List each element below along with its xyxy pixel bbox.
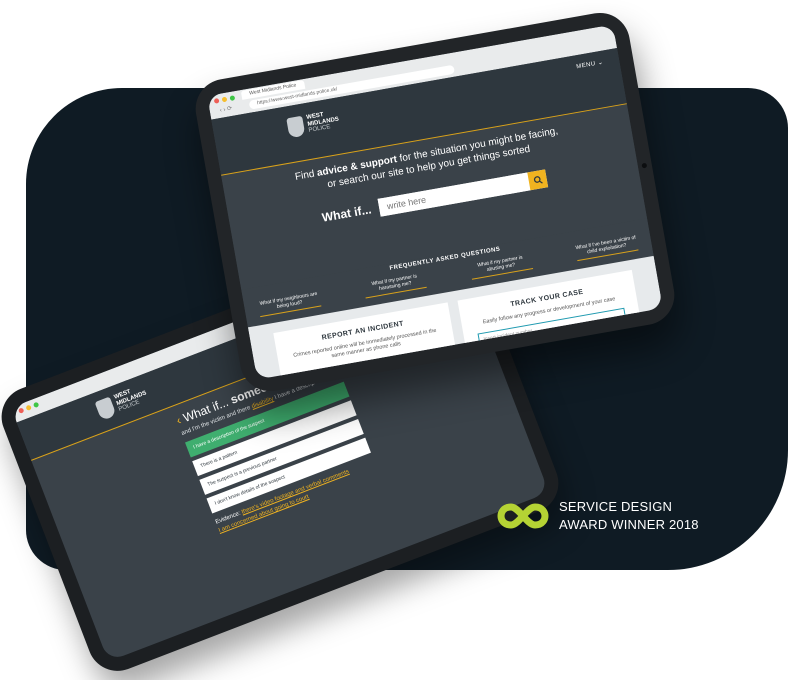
logo-text: WEST MIDLANDS POLICE [306,110,341,135]
infinity-logo-icon [497,503,549,529]
minimize-dot-icon[interactable] [221,96,228,103]
faq-item[interactable]: What if my neighbours are being loud? [257,290,322,318]
police-crest-icon [94,396,117,421]
hero-title-prefix: Find [294,168,319,183]
award-badge: SERVICE DESIGN AWARD WINNER 2018 [497,498,699,534]
logo-text: WEST MIDLANDS POLICE [113,384,150,414]
nav-arrows-icon[interactable]: ‹ › ⟳ [219,105,232,114]
search-input[interactable] [377,172,531,217]
award-line-2: AWARD WINNER 2018 [559,517,699,532]
camera-icon [641,162,648,169]
site-logo[interactable]: WEST MIDLANDS POLICE [94,384,150,421]
what-if-label: What if... [320,202,373,225]
front-tablet-screen: West Midlands Police ‹ › ⟳ https://www.w… [207,24,663,380]
close-dot-icon[interactable] [213,97,220,104]
window-controls [213,95,236,104]
window-controls [17,401,40,414]
search-button[interactable] [527,169,549,191]
maximize-dot-icon[interactable] [32,401,40,409]
site-logo[interactable]: WEST MIDLANDS POLICE [286,110,340,139]
faq-item[interactable]: What if I've been a victim of child expl… [574,234,639,262]
faq-item[interactable]: What if my partner is abusing me? [468,253,533,280]
award-text: SERVICE DESIGN AWARD WINNER 2018 [559,498,699,534]
faq-item[interactable]: What if my partner is harassing me? [363,271,428,299]
maximize-dot-icon[interactable] [229,95,236,102]
search-icon [533,175,543,184]
close-dot-icon[interactable] [17,407,25,414]
minimize-dot-icon[interactable] [25,404,32,411]
award-line-1: SERVICE DESIGN [559,499,673,514]
police-crest-icon [286,115,306,139]
menu-button[interactable]: MENU ⌄ [576,59,604,71]
